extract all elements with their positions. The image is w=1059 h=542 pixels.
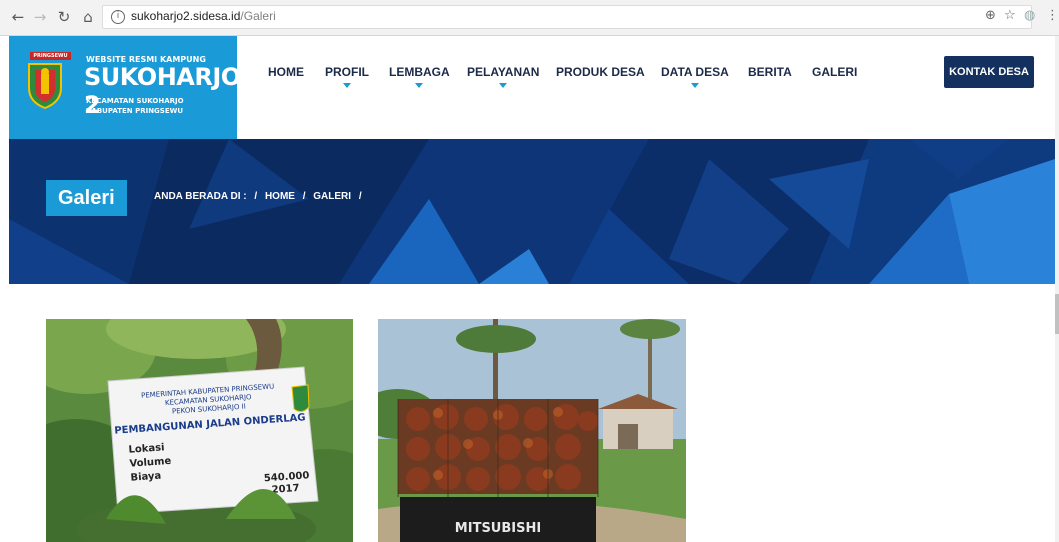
gallery-photo-construction-sign[interactable]: PEMERINTAH KABUPATEN PRINGSEWU KECAMATAN… (46, 319, 353, 542)
breadcrumb-separator: / (358, 191, 362, 202)
breadcrumb-galeri-link[interactable]: GALERI (313, 191, 351, 202)
dropdown-caret-icon (690, 83, 699, 88)
forward-icon[interactable]: → (30, 7, 50, 27)
nav-pelayanan-label: PELAYANAN (467, 65, 540, 79)
crest-icon (28, 63, 62, 110)
reload-icon[interactable]: ↻ (54, 7, 74, 27)
address-bar[interactable]: i sukoharjo2.sidesa.id/Galeri (102, 5, 1032, 29)
logo-line-3: KECAMATAN SUKOHARJO (86, 97, 184, 105)
nav-galeri[interactable]: GALERI (812, 65, 857, 79)
breadcrumb-separator: / (254, 191, 258, 202)
breadcrumb: ANDA BERADA DI : / HOME / GALERI / (154, 191, 367, 202)
page-banner: Galeri ANDA BERADA DI : / HOME / GALERI … (9, 139, 1055, 284)
dropdown-caret-icon (499, 83, 508, 88)
zoom-icon[interactable]: ⊕ (985, 8, 996, 23)
extension-icon[interactable]: ◍ (1024, 8, 1035, 23)
kontak-desa-button[interactable]: KONTAK DESA (944, 56, 1034, 88)
banner-pattern (9, 139, 1055, 284)
nav-profil-label: PROFIL (325, 65, 369, 79)
page-scrollbar[interactable] (1055, 36, 1059, 542)
photo-sign-image: PEMERINTAH KABUPATEN PRINGSEWU KECAMATAN… (46, 319, 353, 542)
bookmark-star-icon[interactable]: ☆ (1004, 8, 1016, 23)
nav-berita[interactable]: BERITA (748, 65, 792, 79)
breadcrumb-prefix: ANDA BERADA DI : (154, 191, 247, 202)
info-icon[interactable]: i (111, 10, 125, 24)
url-text[interactable]: sukoharjo2.sidesa.id/Galeri (131, 9, 276, 23)
dropdown-caret-icon (343, 83, 351, 88)
nav-lembaga[interactable]: LEMBAGA (389, 65, 450, 88)
nav-data-desa[interactable]: DATA DESA (661, 65, 729, 88)
menu-kebab-icon[interactable]: ⋮ (1046, 8, 1059, 23)
nav-data-desa-label: DATA DESA (661, 65, 729, 79)
dropdown-caret-icon (415, 83, 424, 88)
sign-line-7: Biaya (130, 471, 161, 484)
nav-lembaga-label: LEMBAGA (389, 65, 450, 79)
breadcrumb-home-link[interactable]: HOME (265, 191, 295, 202)
nav-produk-desa[interactable]: PRODUK DESA (556, 65, 645, 79)
nav-home[interactable]: HOME (268, 65, 304, 79)
logo-tag: PRINGSEWU (30, 52, 71, 60)
browser-toolbar: ← → ↻ ⌂ i sukoharjo2.sidesa.id/Galeri ⊕ … (0, 0, 1059, 36)
home-icon[interactable]: ⌂ (78, 7, 98, 27)
back-icon[interactable]: ← (8, 7, 28, 27)
site-logo[interactable]: PRINGSEWU WEBSITE RESMI KAMPUNG SUKOHARJ… (9, 36, 241, 139)
nav-profil[interactable]: PROFIL (325, 65, 369, 88)
nav-pelayanan[interactable]: PELAYANAN (467, 65, 540, 88)
breadcrumb-separator: / (302, 191, 306, 202)
logo-line-4: KABUPATEN PRINGSEWU (86, 107, 184, 115)
scrollbar-thumb[interactable] (1055, 294, 1059, 334)
photo-truck-image: MITSUBISHI (378, 319, 686, 542)
page-title: Galeri (46, 180, 127, 216)
site-header: PRINGSEWU WEBSITE RESMI KAMPUNG SUKOHARJ… (9, 36, 1055, 139)
truck-brand-label: MITSUBISHI (455, 521, 541, 536)
gallery-photo-palm-truck[interactable]: MITSUBISHI (378, 319, 686, 542)
